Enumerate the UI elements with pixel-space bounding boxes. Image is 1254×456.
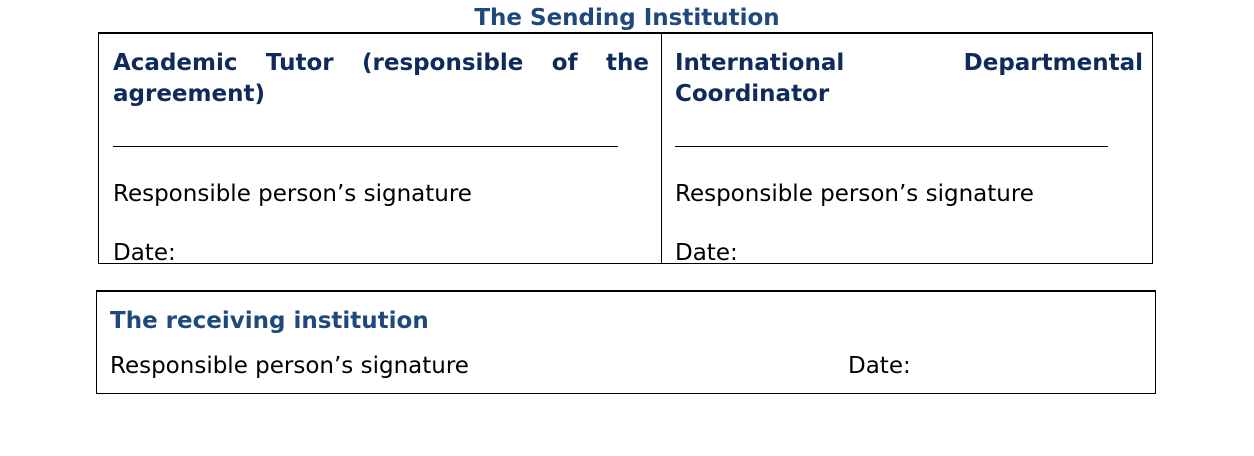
departmental-coordinator-signature-label: Responsible person’s signature: [675, 181, 1034, 207]
academic-tutor-column: Academic Tutor (responsible of the agree…: [99, 34, 662, 266]
academic-tutor-date-label: Date:: [113, 240, 176, 266]
departmental-coordinator-date-label: Date:: [675, 240, 738, 266]
academic-tutor-signature-label: Responsible person’s signature: [113, 181, 472, 207]
departmental-coordinator-signature-line: [675, 146, 1108, 147]
sending-institution-table: Academic Tutor (responsible of the agree…: [98, 32, 1153, 266]
receiving-date-label: Date:: [848, 353, 911, 379]
sending-institution-title: The Sending Institution: [474, 5, 780, 31]
receiving-signature-label: Responsible person’s signature: [110, 353, 469, 379]
receiving-institution-box: The receiving institution Responsible pe…: [96, 290, 1156, 394]
departmental-coordinator-column: International Departmental Coordinator R…: [662, 34, 1152, 266]
academic-tutor-signature-line: [113, 146, 618, 147]
receiving-institution-title: The receiving institution: [110, 308, 429, 334]
departmental-coordinator-heading: International Departmental Coordinator: [675, 50, 1143, 107]
academic-tutor-heading: Academic Tutor (responsible of the agree…: [113, 50, 649, 107]
